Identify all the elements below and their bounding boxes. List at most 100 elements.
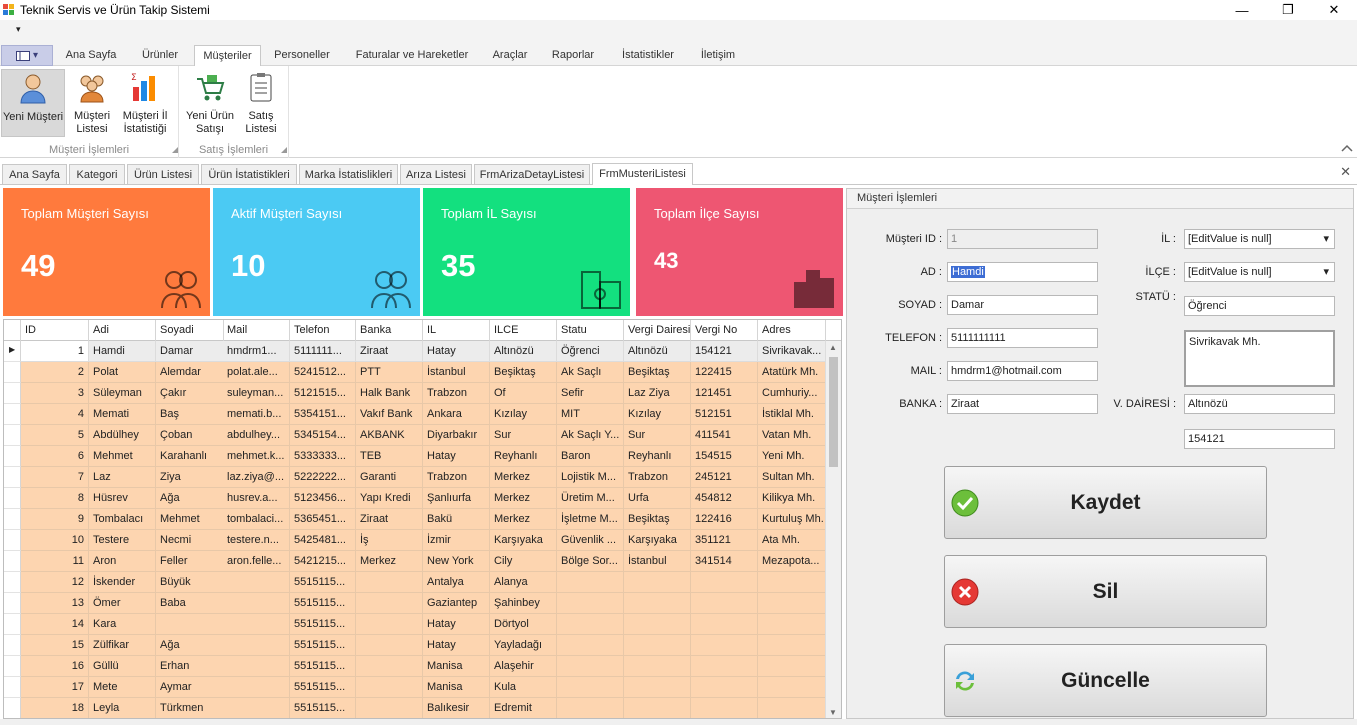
table-cell[interactable]: Baş [156, 404, 224, 425]
table-cell[interactable] [223, 572, 290, 593]
table-cell[interactable]: Atatürk Mh. [758, 362, 826, 383]
table-cell[interactable]: İstiklal Mh. [758, 404, 826, 425]
scroll-down-icon[interactable]: ▼ [829, 708, 837, 717]
table-cell[interactable]: 454812 [691, 488, 758, 509]
table-cell[interactable] [691, 677, 758, 698]
table-row[interactable]: 17 Mete Aymar 5515115... Manisa Kula [4, 677, 826, 698]
table-cell[interactable]: Memati [89, 404, 156, 425]
table-cell[interactable] [557, 698, 624, 718]
table-cell[interactable]: Ziraat [356, 341, 423, 362]
table-cell[interactable] [223, 677, 290, 698]
table-cell[interactable]: Hatay [423, 614, 490, 635]
table-cell[interactable] [156, 614, 224, 635]
table-cell[interactable]: Büyük [156, 572, 224, 593]
table-cell[interactable]: Beşiktaş [624, 362, 691, 383]
table-cell[interactable]: Kızılay [624, 404, 691, 425]
table-cell[interactable] [356, 572, 423, 593]
table-cell[interactable]: Merkez [356, 551, 423, 572]
grid-vertical-scrollbar[interactable]: ▲ ▼ [825, 341, 841, 718]
toplam-musteri-tile[interactable]: Toplam Müşteri Sayısı 49 [3, 188, 210, 316]
table-cell[interactable]: 3 [21, 383, 89, 404]
table-cell[interactable]: Karahanlı [156, 446, 224, 467]
table-cell[interactable]: 5515115... [290, 656, 356, 677]
table-cell[interactable]: Bakü [423, 509, 490, 530]
banka-field[interactable]: Ziraat [947, 394, 1098, 414]
table-cell[interactable]: Alaşehir [490, 656, 557, 677]
minimize-button[interactable]: — [1219, 0, 1265, 20]
table-cell[interactable]: TEB [356, 446, 423, 467]
table-cell[interactable]: İstanbul [624, 551, 691, 572]
table-cell[interactable]: PTT [356, 362, 423, 383]
table-cell[interactable]: Süleyman [89, 383, 156, 404]
table-cell[interactable]: 5515115... [290, 572, 356, 593]
table-cell[interactable]: Kilikya Mh. [758, 488, 826, 509]
table-cell[interactable]: 14 [21, 614, 89, 635]
table-cell[interactable]: Ağa [156, 488, 224, 509]
table-cell[interactable]: mehmet.k... [223, 446, 290, 467]
table-cell[interactable]: 245121 [691, 467, 758, 488]
table-cell[interactable]: Mete [89, 677, 156, 698]
close-tab-icon[interactable]: ✕ [1340, 164, 1351, 180]
table-cell[interactable]: Şanlıurfa [423, 488, 490, 509]
table-cell[interactable]: Merkez [490, 467, 557, 488]
table-cell[interactable]: Aron [89, 551, 156, 572]
table-cell[interactable]: New York [423, 551, 490, 572]
table-cell[interactable]: Necmi [156, 530, 224, 551]
table-cell[interactable] [557, 614, 624, 635]
table-cell[interactable]: 154515 [691, 446, 758, 467]
table-cell[interactable]: Balıkesir [423, 698, 490, 718]
table-cell[interactable]: Laz Ziya [624, 383, 691, 404]
table-cell[interactable]: Of [490, 383, 557, 404]
table-row[interactable]: 6 Mehmet Karahanlı mehmet.k... 5333333... TEB… [4, 446, 826, 467]
table-cell[interactable]: Merkez [490, 509, 557, 530]
table-cell[interactable]: Sur [624, 425, 691, 446]
table-cell[interactable]: husrev.a... [223, 488, 290, 509]
table-cell[interactable]: İskender [89, 572, 156, 593]
table-row[interactable]: 8 Hüsrev Ağa husrev.a... 5123456... Yapı Kred… [4, 488, 826, 509]
table-cell[interactable] [557, 593, 624, 614]
table-cell[interactable]: 351121 [691, 530, 758, 551]
table-row[interactable]: 13 Ömer Baba 5515115... Gaziantep Şahinbey [4, 593, 826, 614]
table-cell[interactable]: Ak Saçlı Y... [557, 425, 624, 446]
table-cell[interactable]: suleyman... [223, 383, 290, 404]
ilce-combobox[interactable]: [EditValue is null] [1184, 262, 1335, 282]
table-cell[interactable] [557, 656, 624, 677]
table-cell[interactable]: Merkez [490, 488, 557, 509]
column-header[interactable]: ILCE [490, 320, 557, 341]
table-cell[interactable] [758, 635, 826, 656]
table-cell[interactable]: 16 [21, 656, 89, 677]
table-cell[interactable] [356, 656, 423, 677]
table-cell[interactable] [356, 698, 423, 718]
table-row[interactable]: 7 Laz Ziya laz.ziya@... 5222222... Garanti Tra… [4, 467, 826, 488]
yeni-urun-satisi-button[interactable]: Yeni Ürün Satışı [183, 69, 237, 137]
toplam-il-tile[interactable]: Toplam İL Sayısı 35 [423, 188, 630, 316]
vergi-dairesi-field[interactable]: Altınözü [1184, 394, 1335, 414]
table-cell[interactable]: Mezapota... [758, 551, 826, 572]
table-cell[interactable]: memati.b... [223, 404, 290, 425]
table-cell[interactable]: 122416 [691, 509, 758, 530]
column-header[interactable]: IL [423, 320, 490, 341]
table-cell[interactable]: Kızılay [490, 404, 557, 425]
table-cell[interactable]: aron.felle... [223, 551, 290, 572]
table-cell[interactable]: Kula [490, 677, 557, 698]
table-cell[interactable]: 5241512... [290, 362, 356, 383]
table-cell[interactable]: Güllü [89, 656, 156, 677]
table-cell[interactable]: Yeni Mh. [758, 446, 826, 467]
table-cell[interactable] [624, 614, 691, 635]
table-cell[interactable] [624, 593, 691, 614]
ribbon-tab-araclar[interactable]: Araçlar [486, 45, 534, 66]
column-header[interactable]: Vergi No [691, 320, 758, 341]
table-cell[interactable]: Alemdar [156, 362, 224, 383]
table-cell[interactable]: Leyla [89, 698, 156, 718]
table-cell[interactable]: polat.ale... [223, 362, 290, 383]
table-row[interactable]: 5 Abdülhey Çoban abdulhey... 5345154... AKBAN… [4, 425, 826, 446]
table-cell[interactable]: Urfa [624, 488, 691, 509]
scrollbar-thumb[interactable] [829, 357, 838, 467]
table-cell[interactable]: 5123456... [290, 488, 356, 509]
column-header[interactable]: Adi [89, 320, 156, 341]
table-cell[interactable]: Abdülhey [89, 425, 156, 446]
table-cell[interactable]: Ata Mh. [758, 530, 826, 551]
table-cell[interactable]: 5365451... [290, 509, 356, 530]
table-cell[interactable] [758, 614, 826, 635]
table-cell[interactable]: Güvenlik ... [557, 530, 624, 551]
